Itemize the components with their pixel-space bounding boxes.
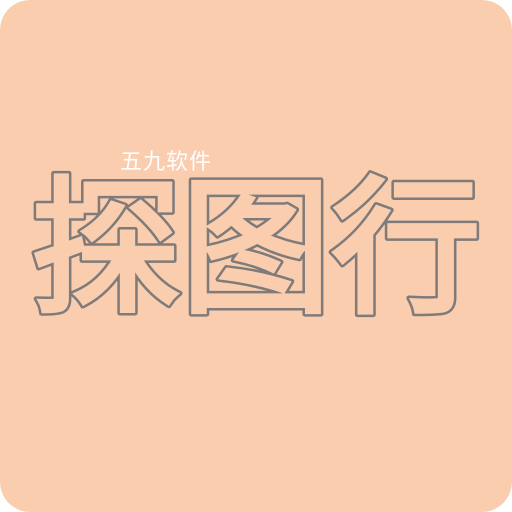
app-logo-text: 探图行 — [0, 0, 512, 512]
app-icon-tile: 探图行 五九软件 — [0, 0, 512, 512]
watermark-text: 五九软件 — [120, 150, 213, 175]
logo-wordmark: 探图行 — [31, 163, 481, 335]
